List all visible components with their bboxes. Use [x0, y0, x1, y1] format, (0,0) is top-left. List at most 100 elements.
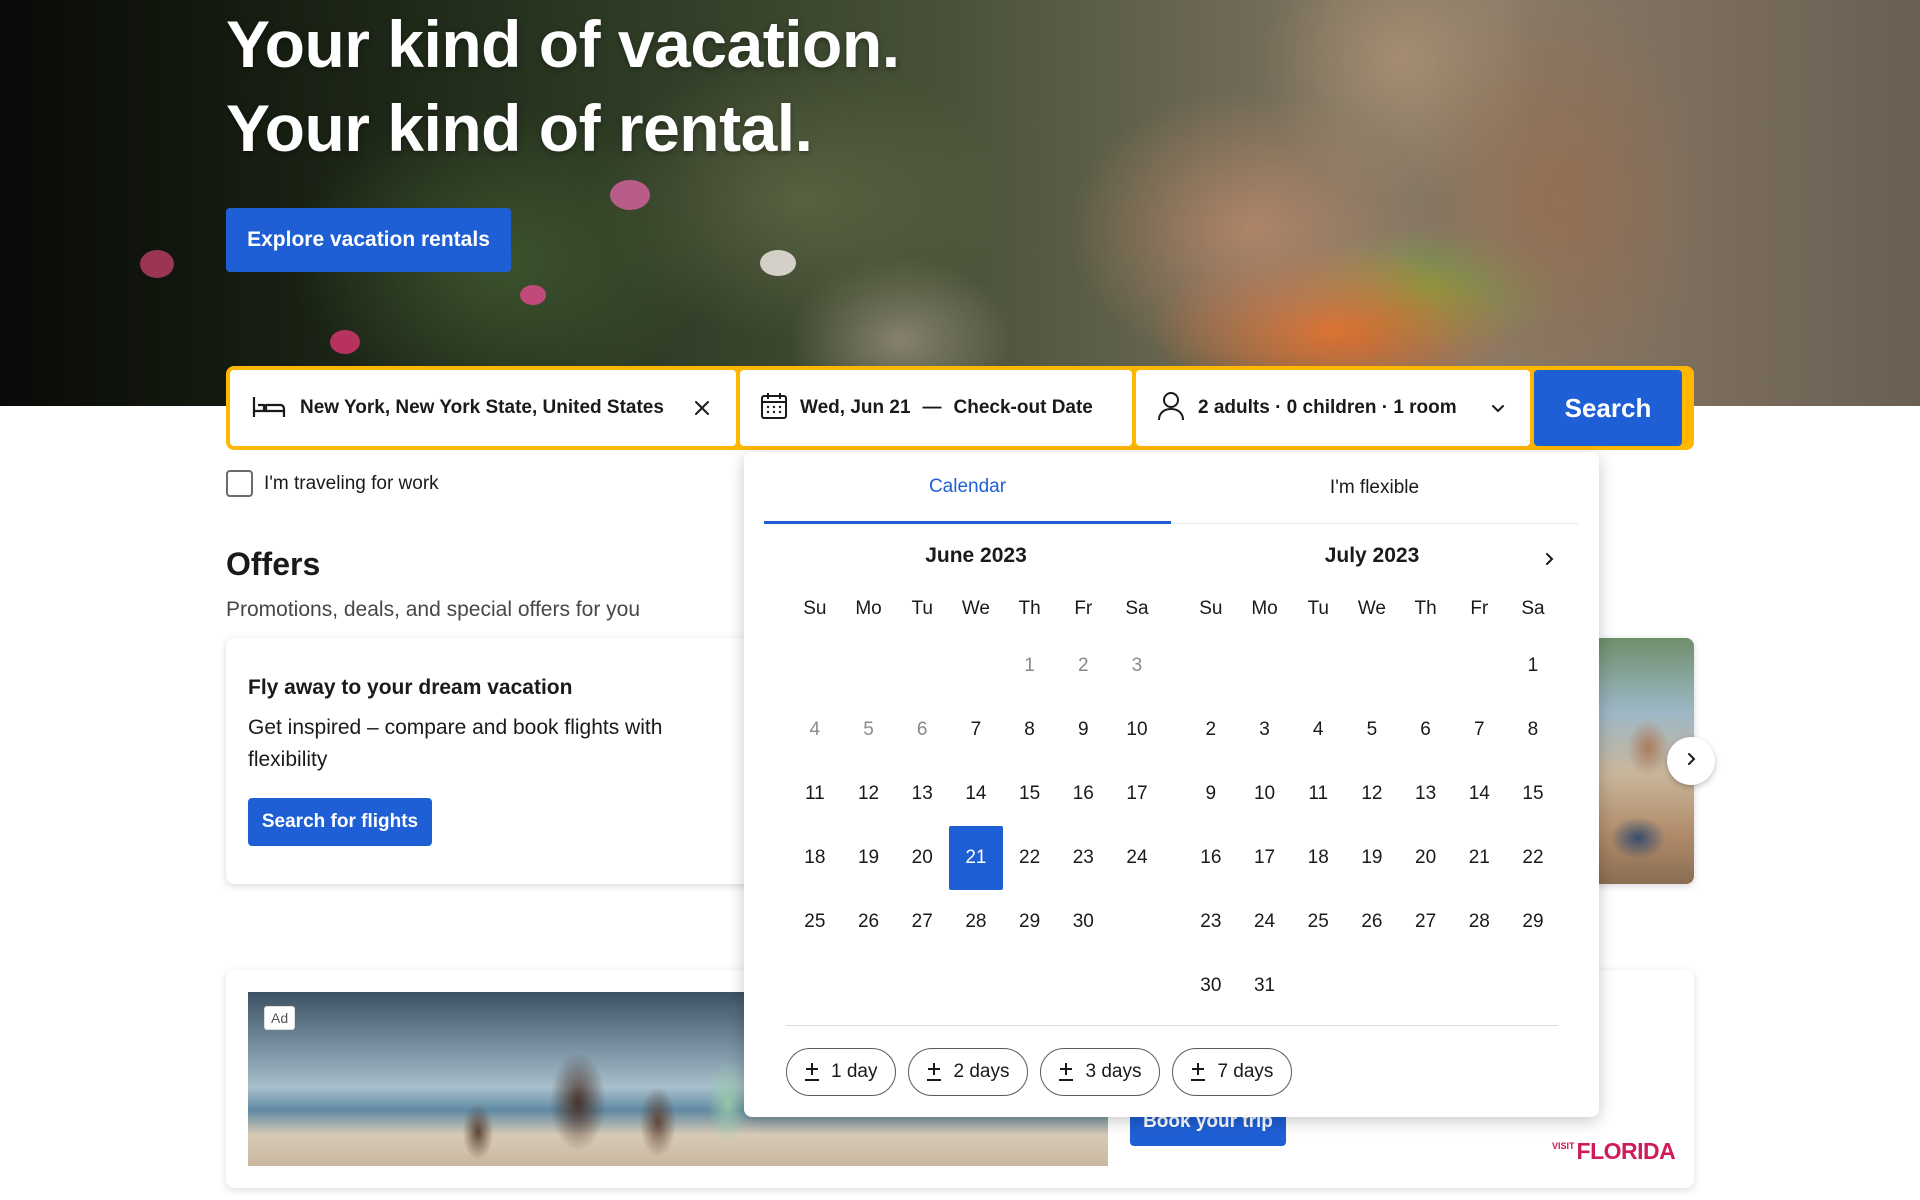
- hero-banner: Your kind of vacation. Your kind of rent…: [0, 0, 1920, 406]
- weekday-label: Fr: [1470, 598, 1489, 619]
- flex-chip-label: 3 days: [1085, 1061, 1142, 1082]
- flex-chip-1-day[interactable]: 1 day: [786, 1048, 897, 1096]
- search-for-flights-button[interactable]: Search for flights: [248, 798, 432, 846]
- logo-visit-text: VISIT: [1552, 1141, 1575, 1151]
- carousel-next-button[interactable]: [1667, 737, 1715, 785]
- calendar-day[interactable]: 24: [1110, 826, 1164, 890]
- calendar-day[interactable]: 22: [1506, 826, 1560, 890]
- guests-value: 2 adults · 0 children · 1 room: [1198, 397, 1457, 418]
- empty-day-cell: [1399, 634, 1453, 698]
- hero-image-flower: [760, 250, 796, 276]
- hero-image-flower: [610, 180, 650, 210]
- calendar-day[interactable]: 1: [1506, 634, 1560, 698]
- plus-minus-icon: [1059, 1063, 1074, 1081]
- calendar-day[interactable]: 25: [788, 890, 842, 954]
- calendar-day[interactable]: 25: [1291, 890, 1345, 954]
- calendar-day[interactable]: 30: [1184, 954, 1238, 1018]
- calendar-day[interactable]: 14: [1452, 762, 1506, 826]
- calendar-day[interactable]: 23: [1056, 826, 1110, 890]
- calendar-day[interactable]: 15: [1506, 762, 1560, 826]
- calendar-day[interactable]: 13: [895, 762, 949, 826]
- calendar-day[interactable]: 29: [1003, 890, 1057, 954]
- weekday-label: Th: [1414, 598, 1437, 619]
- calendar-day[interactable]: 15: [1003, 762, 1057, 826]
- work-travel-label[interactable]: I'm traveling for work: [264, 473, 439, 495]
- calendar-day[interactable]: 23: [1184, 890, 1238, 954]
- calendar-day[interactable]: 10: [1238, 762, 1292, 826]
- hero-image-flower: [140, 250, 174, 278]
- calendar-day[interactable]: 31: [1238, 954, 1292, 1018]
- destination-value: New York, New York State, United States: [300, 397, 664, 418]
- calendar-day[interactable]: 21: [1452, 826, 1506, 890]
- tab-calendar[interactable]: Calendar: [764, 452, 1171, 524]
- dates-field[interactable]: Wed, Jun 21 — Check-out Date: [740, 370, 1132, 446]
- calendar-day[interactable]: 16: [1056, 762, 1110, 826]
- search-button[interactable]: Search: [1534, 370, 1682, 446]
- calendar-day: 3: [1131, 655, 1143, 676]
- date-separator: —: [922, 397, 942, 418]
- calendar-day[interactable]: 27: [895, 890, 949, 954]
- chevron-right-icon: [1542, 552, 1556, 571]
- calendar-day[interactable]: 14: [949, 762, 1003, 826]
- close-icon[interactable]: [688, 394, 716, 422]
- calendar-day[interactable]: 11: [1291, 762, 1345, 826]
- calendar-day[interactable]: 19: [842, 826, 896, 890]
- day-grid: 1 2 3 4 5 6 7 8 9 10 11 12 13 14 15 16 17 18 19 20 21 22 23 24 2…: [788, 634, 1164, 954]
- calendar-day[interactable]: 9: [1056, 698, 1110, 762]
- calendar-day[interactable]: 16: [1184, 826, 1238, 890]
- calendar-day[interactable]: 26: [842, 890, 896, 954]
- calendar-day[interactable]: 17: [1238, 826, 1292, 890]
- work-travel-option: I'm traveling for work: [226, 470, 439, 497]
- calendar-day[interactable]: 3: [1238, 698, 1292, 762]
- calendar-day[interactable]: 9: [1184, 762, 1238, 826]
- calendar-day[interactable]: 17: [1110, 762, 1164, 826]
- plus-minus-icon: [927, 1063, 942, 1081]
- tab-flexible[interactable]: I'm flexible: [1171, 452, 1578, 524]
- calendar-day[interactable]: 28: [1452, 890, 1506, 954]
- calendar-day[interactable]: 18: [788, 826, 842, 890]
- work-travel-checkbox[interactable]: [226, 470, 253, 497]
- flex-chip-7-days[interactable]: 7 days: [1172, 1048, 1293, 1096]
- visit-florida-logo[interactable]: VISIT FLORIDA: [1552, 1138, 1676, 1165]
- date-flexibility-options: 1 day 2 days 3 days 7 days: [786, 1048, 1293, 1096]
- calendar-day[interactable]: 8: [1506, 698, 1560, 762]
- calendar-day[interactable]: 24: [1238, 890, 1292, 954]
- calendar-day[interactable]: 29: [1506, 890, 1560, 954]
- calendar-day-selected[interactable]: 21: [949, 826, 1003, 890]
- calendar-day[interactable]: 4: [1291, 698, 1345, 762]
- calendar-day[interactable]: 8: [1003, 698, 1057, 762]
- calendar-day[interactable]: 27: [1399, 890, 1453, 954]
- hero-title-line-2: Your kind of rental.: [226, 91, 813, 165]
- calendar-day[interactable]: 12: [1345, 762, 1399, 826]
- flex-chip-3-days[interactable]: 3 days: [1040, 1048, 1161, 1096]
- destination-field[interactable]: New York, New York State, United States: [230, 370, 736, 446]
- calendar-day[interactable]: 18: [1291, 826, 1345, 890]
- weekday-label: Tu: [911, 598, 933, 619]
- calendar-day[interactable]: 2: [1184, 698, 1238, 762]
- calendar-day[interactable]: 7: [1452, 698, 1506, 762]
- hero-image-flower: [330, 330, 360, 354]
- calendar-day[interactable]: 28: [949, 890, 1003, 954]
- guests-field[interactable]: 2 adults · 0 children · 1 room: [1136, 370, 1530, 446]
- calendar-day[interactable]: 12: [842, 762, 896, 826]
- calendar-day[interactable]: 20: [895, 826, 949, 890]
- calendar-day[interactable]: 22: [1003, 826, 1057, 890]
- explore-vacation-rentals-button[interactable]: Explore vacation rentals: [226, 208, 511, 272]
- weekday-label: Mo: [855, 598, 882, 619]
- calendar-day[interactable]: 20: [1399, 826, 1453, 890]
- calendar-day[interactable]: 19: [1345, 826, 1399, 890]
- calendar-day[interactable]: 11: [788, 762, 842, 826]
- calendar-day[interactable]: 30: [1056, 890, 1110, 954]
- calendar-day[interactable]: 13: [1399, 762, 1453, 826]
- calendar-day[interactable]: 10: [1110, 698, 1164, 762]
- next-month-button[interactable]: [1531, 543, 1567, 579]
- weekday-label: We: [1357, 598, 1386, 619]
- flex-chip-2-days[interactable]: 2 days: [908, 1048, 1029, 1096]
- calendar-day[interactable]: 7: [949, 698, 1003, 762]
- weekday-label: Fr: [1074, 598, 1093, 619]
- offer-card-text: Get inspired – compare and book flights …: [248, 716, 663, 771]
- calendar-day[interactable]: 5: [1345, 698, 1399, 762]
- calendar-day[interactable]: 26: [1345, 890, 1399, 954]
- calendar-day[interactable]: 6: [1399, 698, 1453, 762]
- weekday-label: Tu: [1307, 598, 1329, 619]
